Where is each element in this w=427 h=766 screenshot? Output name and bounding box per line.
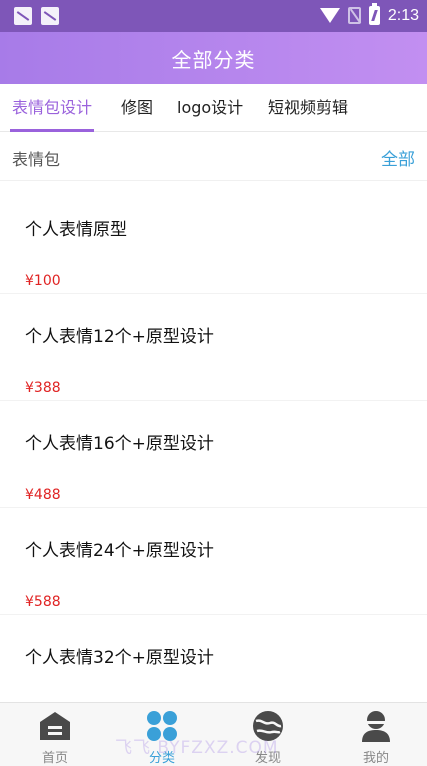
view-all-link[interactable]: 全部 xyxy=(381,145,415,170)
nav-home[interactable]: 首页 xyxy=(25,703,85,766)
item-title: 个人表情32个+原型设计 xyxy=(25,648,214,668)
nav-label: 我的 xyxy=(362,751,389,766)
watermark: 飞飞 BYFZXZ.COM xyxy=(115,738,279,758)
item-title: 个人表情24个+原型设计 xyxy=(25,541,214,561)
nav-label: 首页 xyxy=(41,751,68,766)
app-header: 全部分类 xyxy=(0,32,427,84)
status-bar: 2:13 xyxy=(0,0,427,32)
item-title: 个人表情12个+原型设计 xyxy=(25,327,214,347)
user-icon xyxy=(362,711,390,742)
tab-photo-retouch[interactable]: 修图 xyxy=(121,84,153,132)
list-item[interactable]: 个人表情12个+原型设计 ¥388 xyxy=(0,294,427,401)
list-item[interactable]: 个人表情24个+原型设计 ¥588 xyxy=(0,508,427,615)
list-item[interactable]: 个人表情16个+原型设计 ¥488 xyxy=(0,401,427,508)
status-time: 2:13 xyxy=(387,6,419,24)
list-item[interactable]: 个人表情原型 ¥100 xyxy=(0,187,427,294)
battery-charging-icon xyxy=(368,3,380,25)
tab-video-editing[interactable]: 短视频剪辑 xyxy=(268,84,348,132)
item-price: ¥100 xyxy=(25,273,61,289)
item-price: ¥488 xyxy=(25,487,61,503)
section-label: 表情包 xyxy=(12,150,61,169)
notification-icon xyxy=(41,7,59,25)
tab-emoji-design[interactable]: 表情包设计 xyxy=(9,84,95,132)
category-tabs: 表情包设计 修图 logo设计 短视频剪辑 xyxy=(0,84,427,132)
item-price: ¥588 xyxy=(25,594,61,610)
item-title: 个人表情16个+原型设计 xyxy=(25,434,214,454)
home-icon xyxy=(40,712,70,740)
notification-icon xyxy=(14,7,32,25)
item-price: ¥388 xyxy=(25,380,61,396)
page-title: 全部分类 xyxy=(171,47,256,72)
wifi-icon xyxy=(319,8,340,23)
item-title: 个人表情原型 xyxy=(25,220,127,240)
nav-profile[interactable]: 我的 xyxy=(346,703,406,766)
tab-logo-design[interactable]: logo设计 xyxy=(177,84,243,132)
section-header: 表情包 全部 xyxy=(0,133,427,181)
no-sim-icon xyxy=(347,7,361,24)
